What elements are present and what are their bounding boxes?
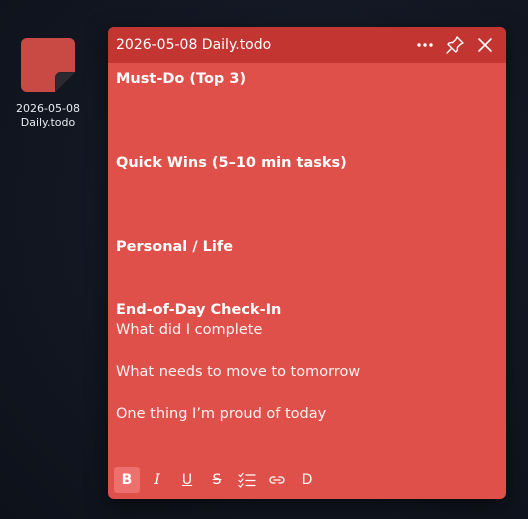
section-heading-end-of-day: End-of-Day Check-In <box>116 302 282 318</box>
desktop-file-icon[interactable]: 2026-05-08 Daily.todo <box>14 36 82 130</box>
title-actions <box>412 32 498 58</box>
checkin-line: What did I complete <box>116 322 263 338</box>
title-bar[interactable]: 2026-05-08 Daily.todo <box>108 27 506 63</box>
link-button[interactable] <box>264 467 290 493</box>
window-title: 2026-05-08 Daily.todo <box>116 37 272 53</box>
sticky-note-window: 2026-05-08 Daily.todo Must-Do (Top 3) Qu… <box>108 27 506 499</box>
format-toolbar: B I U S D <box>114 467 320 493</box>
strikethrough-button[interactable]: S <box>204 467 230 493</box>
section-heading-must-do: Must-Do (Top 3) <box>116 71 247 87</box>
bold-button[interactable]: B <box>114 467 140 493</box>
desktop-file-label: 2026-05-08 Daily.todo <box>16 102 80 129</box>
underline-button[interactable]: U <box>174 467 200 493</box>
italic-button[interactable]: I <box>144 467 170 493</box>
checkin-line: One thing I’m proud of today <box>116 406 327 422</box>
d-button[interactable]: D <box>294 467 320 493</box>
note-body[interactable]: Must-Do (Top 3) Quick Wins (5–10 min tas… <box>108 63 506 424</box>
sticky-note-file-icon <box>19 36 77 94</box>
section-heading-personal: Personal / Life <box>116 239 234 255</box>
pin-button[interactable] <box>442 32 468 58</box>
section-heading-quick-wins: Quick Wins (5–10 min tasks) <box>116 155 347 171</box>
checkin-line: What needs to move to tomorrow <box>116 364 361 380</box>
pin-icon <box>446 36 464 54</box>
more-options-button[interactable] <box>412 32 438 58</box>
close-icon <box>478 38 492 52</box>
link-icon <box>269 476 285 484</box>
checklist-button[interactable] <box>234 467 260 493</box>
more-horizontal-icon <box>417 43 433 47</box>
close-button[interactable] <box>472 32 498 58</box>
checklist-icon <box>238 472 256 488</box>
